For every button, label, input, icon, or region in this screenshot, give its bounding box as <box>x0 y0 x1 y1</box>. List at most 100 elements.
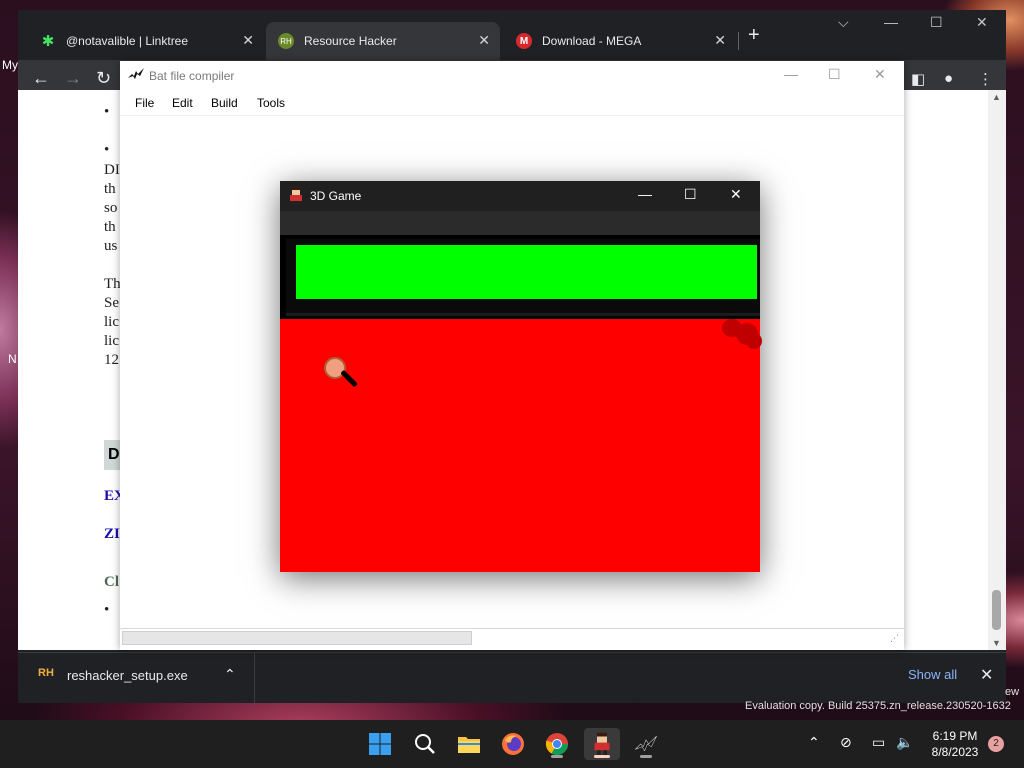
maximize-icon[interactable]: ☐ <box>828 66 841 83</box>
download-file-name[interactable]: reshacker_setup.exe <box>67 668 188 683</box>
system-clock[interactable]: 6:19 PM 8/8/2023 <box>920 728 990 760</box>
game-titlebar[interactable]: 3D Game — ☐ ✕ <box>280 181 760 211</box>
bat-titlebar[interactable]: Bat file compiler — ☐ ✕ <box>120 61 904 91</box>
page-text: Th <box>104 276 121 292</box>
menu-tools[interactable]: Tools <box>257 96 285 110</box>
game-character-icon <box>290 187 302 205</box>
maximize-icon[interactable]: ☐ <box>684 186 697 203</box>
bat-app-icon <box>128 68 144 83</box>
menu-icon[interactable]: ⋮ <box>978 70 993 88</box>
firefox-icon[interactable] <box>497 728 529 760</box>
scroll-up-icon[interactable]: ▲ <box>992 92 1001 102</box>
scroll-down-icon[interactable]: ▼ <box>992 638 1001 648</box>
close-window-icon[interactable]: ✕ <box>976 14 988 31</box>
show-all-button[interactable]: Show all <box>908 667 957 682</box>
page-text: 12 <box>104 352 119 368</box>
side-panel-icon[interactable]: ◧ <box>911 70 925 88</box>
file-explorer-icon[interactable] <box>453 728 485 760</box>
page-text: th <box>104 219 116 235</box>
game-window-title: 3D Game <box>310 189 362 203</box>
game-taskbar-icon[interactable] <box>584 728 620 760</box>
resize-grip-icon[interactable]: ⋰ <box>890 633 899 644</box>
horizontal-scrollbar[interactable] <box>122 631 472 645</box>
close-icon[interactable]: ✕ <box>242 32 254 49</box>
enemy-blob <box>746 333 762 349</box>
download-bar: RH reshacker_setup.exe ⌃ Show all ✕ <box>18 652 1006 703</box>
tab-linktree[interactable]: ✱ @notavalible | Linktree ✕ <box>28 22 264 60</box>
taskbar: ⌃ ⊘ ▭ 🔈 6:19 PM 8/8/2023 2 <box>0 720 1024 768</box>
menu-build[interactable]: Build <box>211 96 238 110</box>
chevron-up-icon[interactable]: ⌃ <box>808 734 820 751</box>
bat-window-title: Bat file compiler <box>149 69 235 83</box>
network-icon[interactable]: ⊘ <box>840 734 852 751</box>
tab-title: @notavalible | Linktree <box>66 34 189 48</box>
forward-icon[interactable]: → <box>64 68 82 89</box>
minimize-icon[interactable]: — <box>638 186 652 202</box>
tab-title: Download - MEGA <box>542 34 642 48</box>
close-icon[interactable]: ✕ <box>714 32 726 49</box>
display-icon[interactable]: ▭ <box>872 734 885 751</box>
watermark-fragment: ew <box>1005 686 1020 698</box>
tab-search-icon[interactable]: ⌵ <box>838 14 849 31</box>
search-icon[interactable] <box>409 728 441 760</box>
menu-edit[interactable]: Edit <box>172 96 193 110</box>
close-download-bar-icon[interactable]: ✕ <box>980 665 993 685</box>
resource-hacker-icon: RH <box>278 33 294 49</box>
running-indicator <box>551 755 563 758</box>
divider <box>254 653 255 703</box>
bat-compiler-taskbar-icon[interactable] <box>630 728 662 760</box>
running-indicator <box>640 755 652 758</box>
page-subheading: Cl <box>104 574 119 590</box>
chevron-up-icon[interactable]: ⌃ <box>224 666 236 683</box>
desktop-label-my: My <box>2 58 18 72</box>
bat-menubar: File Edit Build Tools <box>120 91 904 116</box>
game-hud <box>280 235 760 319</box>
maximize-icon[interactable]: ☐ <box>930 14 943 31</box>
game-arena[interactable] <box>280 319 762 572</box>
evaluation-watermark: Evaluation copy. Build 25375.zn_release.… <box>745 700 1011 712</box>
clock-time: 6:19 PM <box>932 729 978 743</box>
page-text: lic <box>104 333 119 349</box>
close-icon[interactable]: ✕ <box>478 32 490 49</box>
desktop-label-n: N <box>8 352 17 366</box>
bullet: • <box>104 142 110 158</box>
minimize-icon[interactable]: — <box>784 66 798 82</box>
mega-icon: M <box>516 33 532 49</box>
page-text: th <box>104 181 116 197</box>
page-text: so <box>104 200 118 216</box>
tab-resource-hacker[interactable]: RH Resource Hacker ✕ <box>266 22 500 60</box>
menu-file[interactable]: File <box>135 96 154 110</box>
profile-icon[interactable]: ● <box>944 70 953 87</box>
chrome-icon[interactable] <box>541 728 573 760</box>
download-file-icon: RH <box>38 667 54 679</box>
tab-title: Resource Hacker <box>304 34 397 48</box>
minimize-icon[interactable]: — <box>884 14 898 30</box>
page-text: Se <box>104 295 119 311</box>
reload-icon[interactable]: ↻ <box>96 68 111 89</box>
page-text: lic <box>104 314 119 330</box>
tab-mega[interactable]: M Download - MEGA ✕ <box>504 22 736 60</box>
clock-date: 8/8/2023 <box>931 745 979 759</box>
magnifier-handle <box>340 369 358 388</box>
page-link[interactable]: ZI <box>104 526 120 543</box>
page-text: DI <box>104 162 120 178</box>
scroll-thumb[interactable] <box>992 590 1001 630</box>
bullet: • <box>104 104 110 120</box>
bullet: • <box>104 602 110 618</box>
volume-icon[interactable]: 🔈 <box>896 734 913 751</box>
game-toolbar-strip <box>280 211 760 235</box>
close-window-icon[interactable]: ✕ <box>874 66 886 83</box>
linktree-icon: ✱ <box>41 33 55 50</box>
active-indicator <box>594 755 610 758</box>
health-bar <box>296 245 757 299</box>
close-window-icon[interactable]: ✕ <box>730 186 742 203</box>
game-window: 3D Game — ☐ ✕ <box>280 181 762 572</box>
tab-strip: ✱ @notavalible | Linktree ✕ RH Resource … <box>18 10 1006 60</box>
start-icon[interactable] <box>364 728 396 760</box>
new-tab-button[interactable]: + <box>748 24 760 47</box>
tab-separator <box>738 32 739 50</box>
back-icon[interactable]: ← <box>32 68 50 89</box>
page-scrollbar[interactable]: ▲ ▼ <box>988 90 1006 650</box>
notification-badge[interactable]: 2 <box>988 736 1004 752</box>
page-text: us <box>104 238 118 254</box>
